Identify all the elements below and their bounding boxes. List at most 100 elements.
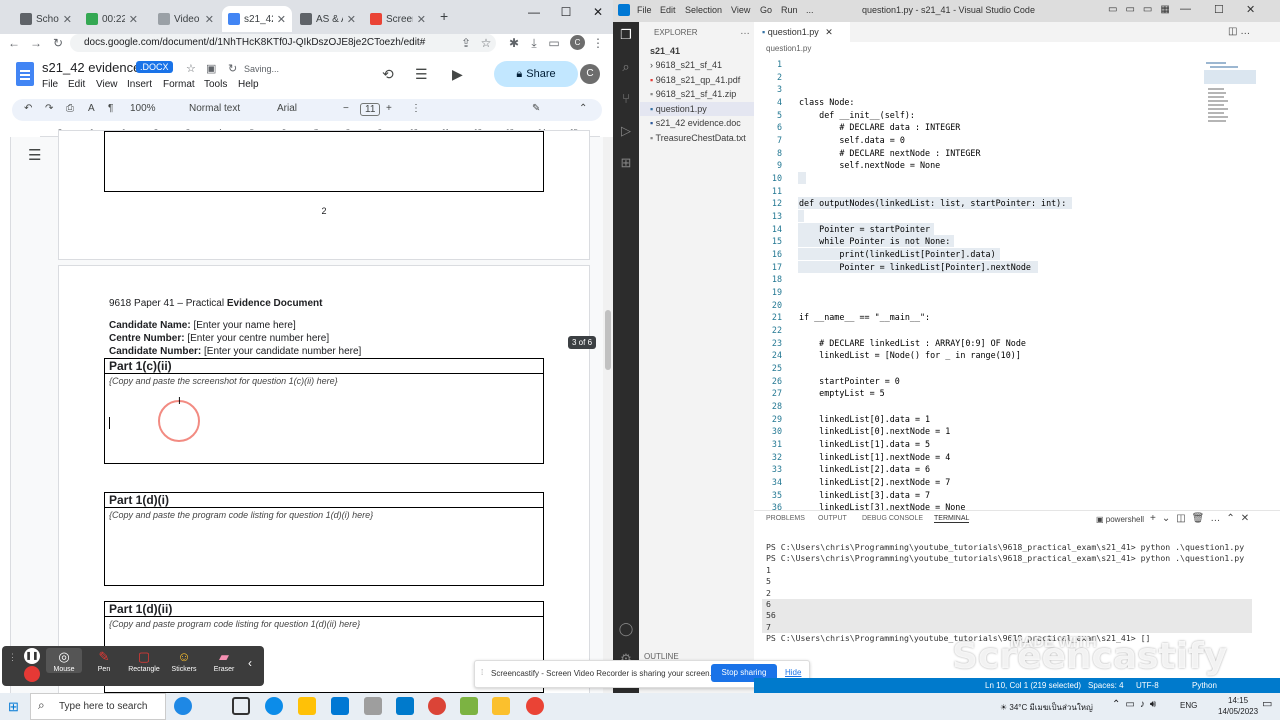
hide-banner-link[interactable]: Hide <box>785 668 801 677</box>
share-button[interactable]: 🔒︎ Share <box>494 61 578 87</box>
collapse-menus-icon[interactable]: ⌃ <box>579 103 587 114</box>
explorer-item-folder[interactable]: › 9618_s21_sf_41 <box>650 60 722 70</box>
run-debug-icon[interactable]: ▷ <box>617 122 635 140</box>
extensions-icon[interactable]: ⊞ <box>617 154 635 172</box>
star-icon[interactable]: ☆ <box>186 62 196 75</box>
explorer-item[interactable]: ▪ 9618_s21_qp_41.pdf <box>650 75 740 85</box>
menu-selection[interactable]: Selection <box>685 5 722 15</box>
source-control-icon[interactable]: ⑂ <box>617 90 635 108</box>
close-icon[interactable]: ✕ <box>825 27 833 37</box>
doc-scrollbar[interactable] <box>603 137 613 693</box>
file-explorer-icon[interactable] <box>298 697 316 715</box>
terminal-actions-icon[interactable]: +⌄◫🗑︎…⌃✕ <box>1150 513 1255 524</box>
code-line[interactable]: self.nextNode = None <box>799 160 940 170</box>
code-line[interactable]: linkedList[1].nextNode = 4 <box>799 452 950 462</box>
panel-tab-terminal[interactable]: TERMINAL <box>934 515 970 523</box>
eraser-tool[interactable]: ▰ Eraser <box>206 648 242 673</box>
move-folder-icon[interactable]: ▣ <box>206 62 216 75</box>
panel-tab-output[interactable]: OUTPUT <box>818 515 847 522</box>
code-line[interactable]: Pointer = startPointer <box>799 224 930 234</box>
code-line[interactable]: linkedList[1].data = 5 <box>799 439 930 449</box>
close-icon[interactable]: ✕ <box>129 13 138 26</box>
forward-icon[interactable]: → <box>28 34 44 52</box>
minimize-icon[interactable]: — <box>1180 3 1191 15</box>
font-size-increase-icon[interactable]: + <box>386 103 392 114</box>
docs-logo-icon[interactable] <box>16 62 34 86</box>
bookmark-star-icon[interactable]: ☆ <box>478 34 494 52</box>
code-line[interactable]: def outputNodes(linkedList: list, startP… <box>799 198 1066 208</box>
windows-start-icon[interactable]: ⊞ <box>8 699 19 715</box>
menu-edit[interactable]: Edit <box>68 79 85 90</box>
browser-tab-active[interactable]: s21_42 ✕ <box>222 6 292 32</box>
maximize-icon[interactable]: ☐ <box>1214 3 1224 16</box>
edge-icon[interactable] <box>265 697 283 715</box>
mail-icon[interactable] <box>331 697 349 715</box>
terminal-shell-select[interactable]: ▣ powershell <box>1096 515 1144 524</box>
new-tab-button[interactable]: + <box>440 8 448 24</box>
minimap[interactable] <box>1204 60 1256 130</box>
menu-file[interactable]: File <box>42 79 58 90</box>
undo-icon[interactable]: ↶ <box>24 103 32 114</box>
redo-icon[interactable]: ↷ <box>45 103 53 114</box>
browser-tab[interactable]: 00:22:3 ✕ <box>80 6 144 32</box>
chrome-menu-icon[interactable]: ⋮ <box>590 34 606 52</box>
rectangle-tool[interactable]: ▢ Rectangle <box>126 648 162 673</box>
menu-insert[interactable]: Insert <box>127 79 152 90</box>
url-input[interactable]: docs.google.com/document/d/1NhTHcK8KTf0J… <box>70 34 496 52</box>
search-icon[interactable]: ⌕ <box>617 58 635 76</box>
code-line[interactable]: self.data = 0 <box>799 135 905 145</box>
app-icon[interactable] <box>460 697 478 715</box>
code-line[interactable]: if __name__ == "__main__": <box>799 312 930 322</box>
task-view-icon[interactable] <box>232 697 250 715</box>
close-window-icon[interactable]: ✕ <box>584 2 612 22</box>
font-size-input[interactable]: 11 <box>360 103 381 116</box>
browser-tab[interactable]: AS & A ✕ <box>294 6 362 32</box>
pen-tool[interactable]: ✎ Pen <box>86 648 122 673</box>
code-line[interactable]: linkedList[0].data = 1 <box>799 414 930 424</box>
code-line[interactable]: linkedList[3].data = 7 <box>799 490 930 500</box>
pause-icon[interactable]: ❚❚ <box>24 648 40 664</box>
drag-handle-icon[interactable]: ⁞ <box>481 668 483 677</box>
code-line[interactable]: # DECLARE linkedList : ARRAY[0:9] OF Nod… <box>799 338 1026 348</box>
editor-tab[interactable]: ▪ question1.py ✕ <box>754 22 850 42</box>
browser-tab[interactable]: School ✕ <box>14 6 78 32</box>
panel-tab-debug-console[interactable]: DEBUG CONSOLE <box>862 515 923 522</box>
tray-icons[interactable]: ⌃▭♪🔊︎ <box>1112 699 1161 710</box>
menu-run[interactable]: Run <box>781 5 798 15</box>
chrome-profile-icon[interactable] <box>526 697 544 715</box>
code-line[interactable]: while Pointer is not None: <box>799 236 950 246</box>
extensions-icon[interactable]: ✱ <box>506 34 522 52</box>
menu-edit[interactable]: Edit <box>660 5 676 15</box>
back-icon[interactable]: ← <box>6 34 22 52</box>
code-line[interactable]: linkedList[0].nextNode = 1 <box>799 426 950 436</box>
clock-time[interactable]: 14:15 <box>1228 696 1248 705</box>
code-line[interactable]: print(linkedList[Pointer].data) <box>799 249 995 259</box>
evidence-box[interactable]: Part 1(d)(i) {Copy and paste the program… <box>104 492 544 586</box>
browser-tab[interactable]: Video C ✕ <box>152 6 220 32</box>
menu-file[interactable]: File <box>637 5 652 15</box>
drag-handle-icon[interactable]: ⋮ <box>8 652 17 680</box>
more-options-icon[interactable]: ⋮ <box>411 103 421 114</box>
vscode-taskbar-icon[interactable] <box>396 697 414 715</box>
paint-format-icon[interactable]: ¶ <box>108 103 113 114</box>
mouse-tool[interactable]: ◎ Mouse <box>46 648 82 673</box>
code-line[interactable]: startPointer = 0 <box>799 376 900 386</box>
explorer-icon[interactable]: ❐ <box>617 26 635 44</box>
code-line[interactable]: Pointer = linkedList[Pointer].nextNode <box>799 262 1031 272</box>
code-line[interactable]: linkedList[2].nextNode = 7 <box>799 477 950 487</box>
document-title[interactable]: s21_42 evidence <box>42 60 140 75</box>
taskbar-search[interactable]: Type here to search <box>30 693 166 720</box>
collapse-toolbar-icon[interactable]: ‹ <box>248 656 252 670</box>
zoom-select[interactable]: 100% <box>130 103 156 114</box>
close-icon[interactable]: ✕ <box>417 13 426 26</box>
meet-icon[interactable]: ▶ <box>452 66 463 83</box>
menu-tools[interactable]: Tools <box>204 79 227 90</box>
evidence-box[interactable] <box>104 131 544 192</box>
profile-avatar[interactable]: C <box>570 35 585 50</box>
app-icon[interactable] <box>492 697 510 715</box>
candidate-value[interactable]: [Enter your centre number here] <box>187 333 329 344</box>
explorer-item[interactable]: ▪ TreasureChestData.txt <box>650 133 746 143</box>
candidate-value[interactable]: [Enter your name here] <box>193 320 295 331</box>
outline-icon[interactable]: ☰ <box>28 146 41 164</box>
input-language[interactable]: ENG <box>1180 701 1197 710</box>
